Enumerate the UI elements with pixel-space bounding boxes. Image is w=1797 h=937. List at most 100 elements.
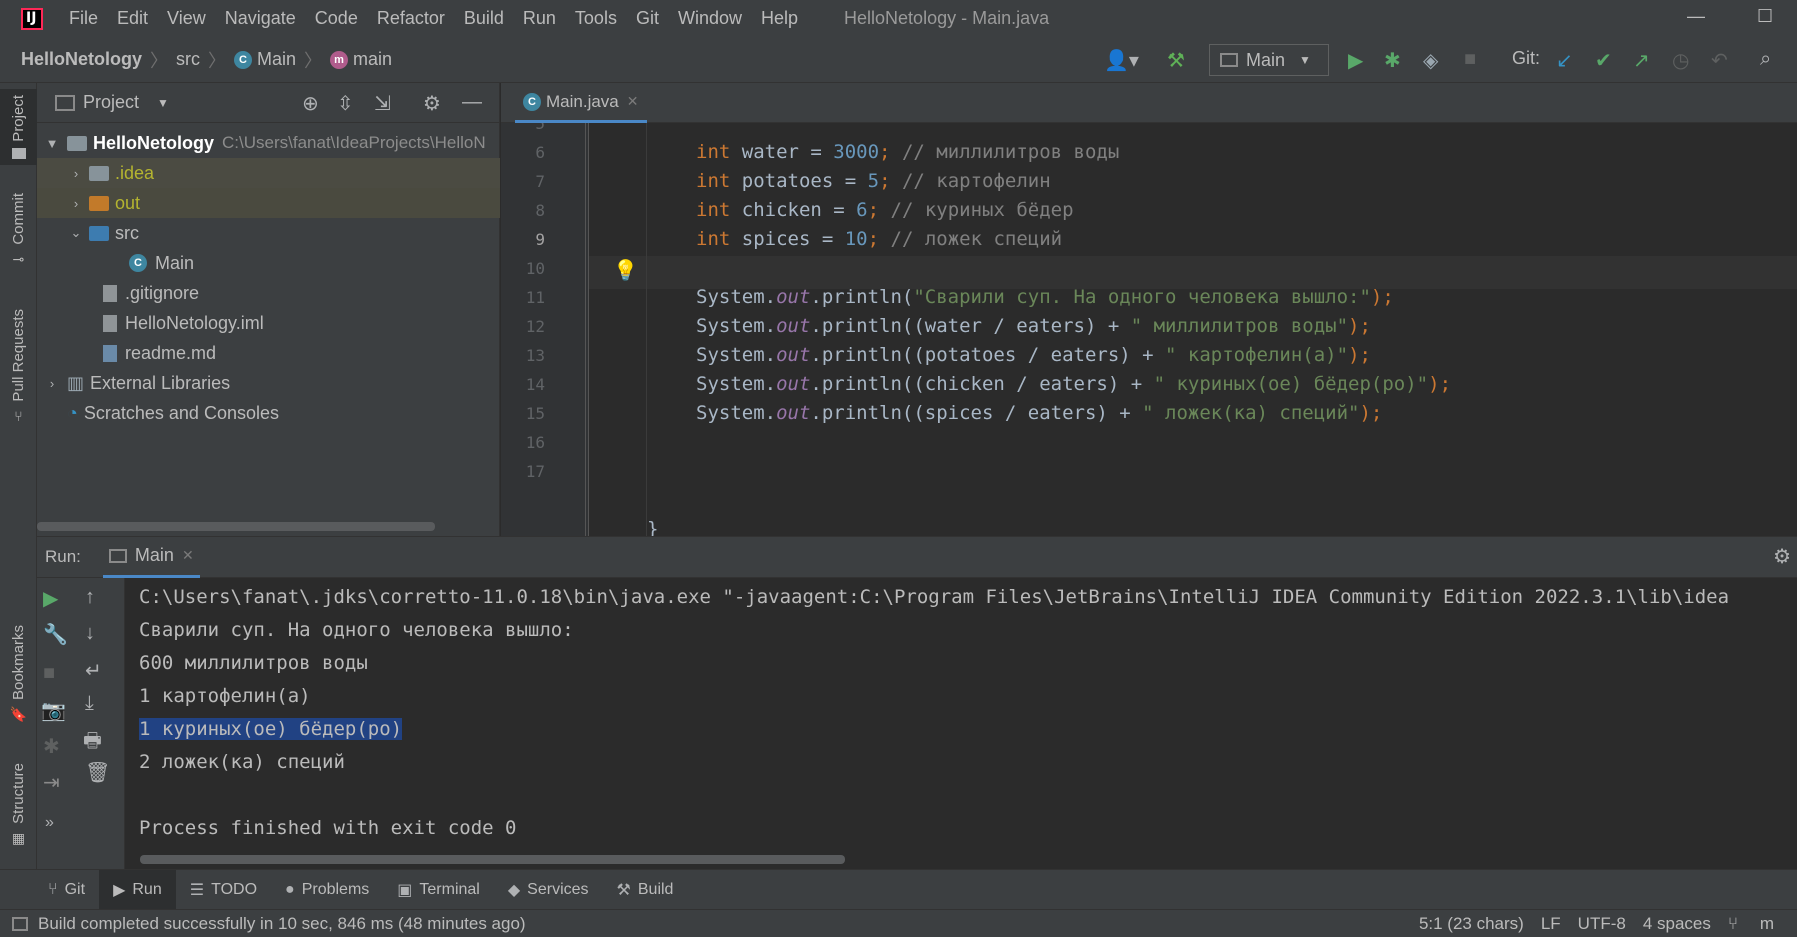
git-commit-icon[interactable]: ✔ <box>1595 48 1612 73</box>
locate-icon[interactable]: ⊕ <box>302 91 319 116</box>
menu-run[interactable]: Run <box>523 8 556 29</box>
project-panel-title[interactable]: Project <box>83 92 139 113</box>
tree-item-gitignore[interactable]: .gitignore <box>37 278 500 308</box>
line-separator[interactable]: LF <box>1541 914 1561 934</box>
exit-icon[interactable]: ⇥ <box>43 770 60 795</box>
run-tab-main[interactable]: Main ✕ <box>102 536 200 578</box>
scroll-to-end-icon[interactable]: ⤓ <box>85 692 94 715</box>
tab-bookmarks-side[interactable]: Bookmarks 🔖 <box>0 625 37 723</box>
debug-icon[interactable]: ✱ <box>1384 48 1401 73</box>
tree-item-external-libraries[interactable]: › ▥ External Libraries <box>37 368 500 398</box>
chevron-down-icon: ▼ <box>45 135 59 151</box>
print-icon[interactable]: 🖶 <box>83 726 102 760</box>
arrow-down-icon[interactable]: ↓ <box>85 622 95 645</box>
close-icon[interactable]: ✕ <box>627 93 639 110</box>
run-icon[interactable]: ▶ <box>1348 48 1363 73</box>
gutter-divider <box>585 123 586 536</box>
camera-icon[interactable]: 📷 <box>41 698 66 723</box>
menu-code[interactable]: Code <box>315 8 358 29</box>
caret-position[interactable]: 5:1 (23 chars) <box>1419 914 1524 934</box>
user-icon[interactable]: 👤▾ <box>1104 48 1139 73</box>
tab-commit-side[interactable]: Commit ⊸ <box>0 193 37 268</box>
breadcrumb-method[interactable]: m main <box>330 49 392 70</box>
line-number: 14 <box>525 375 545 394</box>
build-hammer-icon[interactable]: ⚒ <box>1167 48 1185 73</box>
gear-icon[interactable]: ⚙ <box>1773 544 1791 569</box>
run-configuration-select[interactable]: Main ▼ <box>1209 44 1329 76</box>
menu-help[interactable]: Help <box>761 8 798 29</box>
tree-item-main[interactable]: C Main <box>37 248 500 278</box>
tool-tab-todo[interactable]: ☰ TODO <box>176 870 271 910</box>
tree-item-idea[interactable]: › .idea <box>37 158 500 188</box>
tree-item-project-root[interactable]: ▼ HelloNetology C:\Users\fanat\IdeaProje… <box>37 128 500 158</box>
tool-tab-services[interactable]: ◆ Services <box>494 870 603 910</box>
history-icon[interactable]: ◷ <box>1672 48 1689 73</box>
tree-item-src[interactable]: ⌄ src <box>37 218 500 248</box>
toggle-tool-windows-icon[interactable] <box>12 916 28 931</box>
wrench-icon[interactable]: 🔧 <box>43 622 68 647</box>
menu-git[interactable]: Git <box>636 8 659 29</box>
menu-view[interactable]: View <box>167 8 206 29</box>
lightbulb-icon[interactable]: 💡 <box>613 258 638 282</box>
collapse-all-icon[interactable]: ⇲ <box>374 91 391 116</box>
git-branch-widget[interactable]: ⑂ m <box>1728 914 1791 934</box>
tree-item-out[interactable]: › out <box>37 188 500 218</box>
console-horizontal-scrollbar[interactable] <box>140 855 845 864</box>
indent-setting[interactable]: 4 spaces <box>1643 914 1711 934</box>
list-icon: ☰ <box>189 881 205 899</box>
left-tool-strip: Project Commit ⊸ Pull Requests ⑂ Bookmar… <box>0 83 37 869</box>
project-folder-icon <box>67 135 87 151</box>
arrow-up-icon[interactable]: ↑ <box>85 586 95 609</box>
close-icon[interactable]: ✕ <box>182 547 194 564</box>
menu-edit[interactable]: Edit <box>117 8 148 29</box>
status-message[interactable]: Build completed successfully in 10 sec, … <box>38 914 526 934</box>
tree-item-readme[interactable]: readme.md <box>37 338 500 368</box>
tab-pull-requests-side[interactable]: Pull Requests ⑂ <box>0 309 37 424</box>
tree-item-scratches[interactable]: ◔ Scratches and Consoles <box>37 398 500 428</box>
tool-tab-terminal[interactable]: ▣ Terminal <box>383 870 494 910</box>
tree-item-iml[interactable]: HelloNetology.iml <box>37 308 500 338</box>
menu-tools[interactable]: Tools <box>575 8 617 29</box>
trash-icon[interactable]: 🗑 <box>85 760 110 785</box>
stop-icon[interactable]: ■ <box>1464 48 1476 71</box>
tree-item-label: .gitignore <box>125 282 200 303</box>
stop-icon[interactable]: ■ <box>43 662 55 685</box>
tool-tab-git[interactable]: ⑂ Git <box>34 870 99 910</box>
menu-navigate[interactable]: Navigate <box>225 8 296 29</box>
soft-wrap-icon[interactable]: ↵ <box>85 658 102 683</box>
debug-icon[interactable]: ✱ <box>43 734 60 759</box>
breadcrumb-class-label: Main <box>257 49 297 69</box>
minimize-icon[interactable]: — <box>1687 6 1705 27</box>
code-editor[interactable]: 5 6 7 8 9 10 11 12 13 14 15 16 17 💡 int … <box>501 123 1797 536</box>
tab-structure-side[interactable]: Structure ▦ <box>0 763 37 847</box>
menu-file[interactable]: File <box>69 8 98 29</box>
search-icon[interactable]: ⌕ <box>1760 48 1771 71</box>
tool-tab-run[interactable]: ▶ Run <box>99 869 176 910</box>
coverage-icon[interactable]: ◈ <box>1423 48 1438 73</box>
tool-tab-problems[interactable]: ● Problems <box>271 870 383 910</box>
git-update-icon[interactable]: ↙ <box>1556 48 1573 73</box>
rerun-icon[interactable]: ▶ <box>43 586 58 611</box>
project-horizontal-scrollbar[interactable] <box>37 522 435 531</box>
application-icon <box>1220 53 1238 67</box>
tool-tab-build[interactable]: ⚒ Build <box>603 870 688 910</box>
breadcrumb-class[interactable]: C Main <box>234 49 296 70</box>
tab-project-side[interactable]: Project <box>0 89 37 165</box>
chevron-down-icon[interactable]: ▼ <box>157 96 169 110</box>
menu-build[interactable]: Build <box>464 8 504 29</box>
more-icon[interactable]: » <box>45 814 54 832</box>
expand-all-icon[interactable]: ⇳ <box>337 91 354 116</box>
file-encoding[interactable]: UTF-8 <box>1578 914 1626 934</box>
rollback-icon[interactable]: ↶ <box>1711 48 1728 73</box>
menu-refactor[interactable]: Refactor <box>377 8 445 29</box>
hide-icon[interactable]: — <box>462 91 482 114</box>
tab-structure-label: Structure <box>10 763 27 824</box>
tab-main-java[interactable]: C Main.java ✕ <box>515 83 647 123</box>
maximize-icon[interactable]: ☐ <box>1757 6 1773 27</box>
breadcrumb-project[interactable]: HelloNetology <box>21 49 142 70</box>
menu-window[interactable]: Window <box>678 8 742 29</box>
breadcrumb-src[interactable]: src <box>176 49 200 70</box>
run-console[interactable]: C:\Users\fanat\.jdks\corretto-11.0.18\bi… <box>125 578 1797 869</box>
gear-icon[interactable]: ⚙ <box>423 91 441 116</box>
git-push-icon[interactable]: ↗ <box>1633 48 1650 73</box>
